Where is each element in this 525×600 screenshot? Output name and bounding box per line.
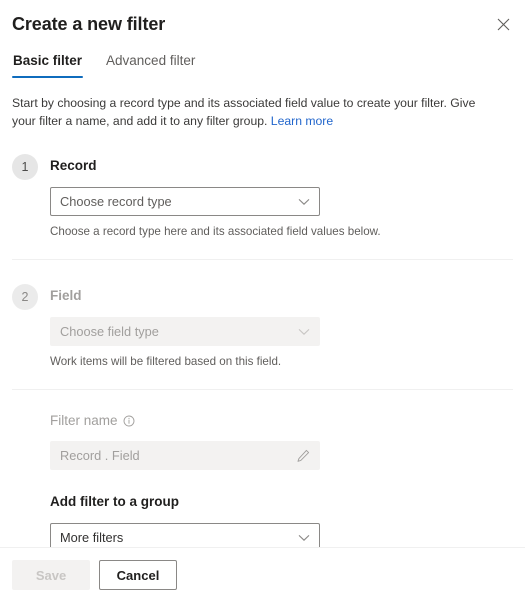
page-title: Create a new filter	[12, 14, 166, 34]
tab-basic-filter-label: Basic filter	[13, 53, 83, 68]
step-number-2: 2	[12, 284, 38, 310]
dialog-body: Start by choosing a record type and its …	[0, 78, 525, 547]
record-type-dropdown[interactable]: Choose record type	[50, 187, 320, 216]
record-help-text: Choose a record type here and its associ…	[50, 225, 381, 238]
save-button[interactable]: Save	[12, 560, 90, 590]
filter-name-input[interactable]: Record . Field	[50, 441, 320, 470]
close-icon	[497, 18, 510, 31]
intro-description: Start by choosing a record type and its …	[12, 96, 476, 128]
tab-advanced-filter-label: Advanced filter	[106, 53, 196, 68]
chevron-down-icon	[298, 198, 310, 206]
dialog-header: Create a new filter	[0, 0, 525, 35]
divider-1	[12, 259, 513, 260]
divider-2	[12, 389, 513, 390]
step-field: 2 Field Choose field type Work items wil…	[12, 284, 513, 370]
tab-list: Basic filter Advanced filter	[0, 52, 525, 78]
step-field-body: Field Choose field type Work items will …	[50, 284, 513, 370]
field-type-dropdown-value: Choose field type	[60, 324, 159, 339]
filter-name-placeholder: Record . Field	[60, 448, 140, 463]
info-icon[interactable]	[123, 415, 135, 427]
filter-group-label: Add filter to a group	[50, 494, 179, 509]
create-filter-dialog: Create a new filter Basic filter Advance…	[0, 0, 525, 600]
pencil-icon[interactable]	[296, 448, 311, 463]
filter-group-dropdown-value: More filters	[60, 530, 124, 545]
filter-name-label-row: Filter name	[50, 412, 513, 430]
tab-basic-filter[interactable]: Basic filter	[12, 52, 84, 78]
field-type-dropdown: Choose field type	[50, 317, 320, 346]
filter-name-section: Filter name Record . Field	[12, 412, 513, 470]
step-record-label: Record	[50, 158, 97, 173]
learn-more-link[interactable]: Learn more	[271, 114, 333, 128]
intro-text: Start by choosing a record type and its …	[12, 95, 492, 130]
step-record: 1 Record Choose record type Choose a rec…	[12, 154, 513, 240]
chevron-down-icon	[298, 534, 310, 542]
filter-group-section: Add filter to a group More filters	[12, 492, 513, 547]
step-record-body: Record Choose record type Choose a recor…	[50, 154, 513, 240]
dialog-footer: Save Cancel	[0, 547, 525, 600]
filter-name-label: Filter name	[50, 413, 118, 428]
record-type-dropdown-value: Choose record type	[60, 194, 172, 209]
step-field-label: Field	[50, 288, 82, 303]
cancel-button[interactable]: Cancel	[99, 560, 177, 590]
field-help-text: Work items will be filtered based on thi…	[50, 355, 282, 368]
filter-group-dropdown[interactable]: More filters	[50, 523, 320, 547]
step-number-1: 1	[12, 154, 38, 180]
chevron-down-icon	[298, 328, 310, 336]
tab-advanced-filter[interactable]: Advanced filter	[105, 52, 196, 78]
close-button[interactable]	[489, 10, 517, 38]
